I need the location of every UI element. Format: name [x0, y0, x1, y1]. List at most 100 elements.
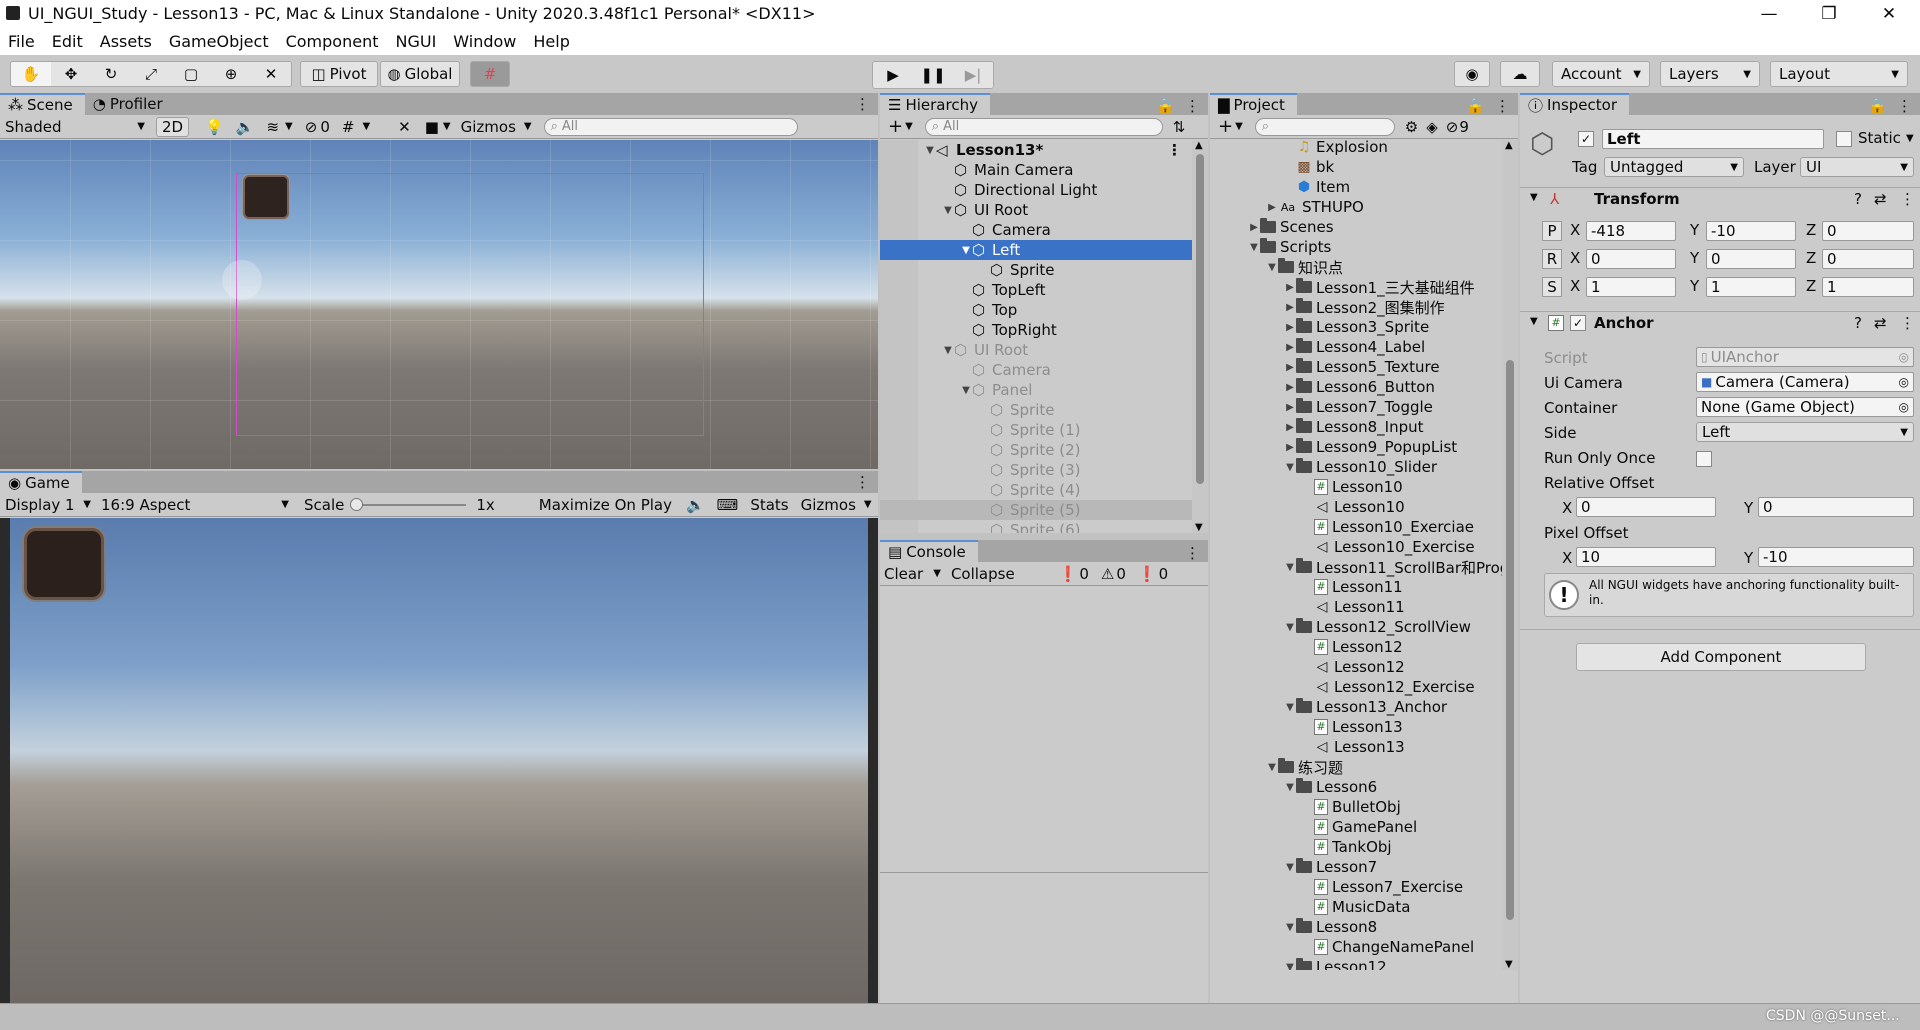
z-field[interactable]: 0: [1822, 221, 1914, 241]
x-field[interactable]: 1: [1586, 277, 1676, 297]
tab-inspector[interactable]: ⓘ Inspector: [1520, 93, 1629, 115]
hierarchy-search-input[interactable]: ⌕ All: [924, 117, 1163, 136]
project-asset[interactable]: # ChangeNamePanel: [1210, 937, 1474, 957]
lighting-icon[interactable]: 💡: [205, 118, 224, 136]
hierarchy-item[interactable]: ⬡ TopLeft: [880, 280, 1192, 300]
foldout-arrow-icon[interactable]: ▼: [1530, 316, 1538, 327]
foldout-arrow-icon[interactable]: ▶: [1284, 442, 1296, 453]
menu-gameobject[interactable]: GameObject: [169, 32, 269, 51]
hierarchy-item[interactable]: ⬡ Top: [880, 300, 1192, 320]
project-folder[interactable]: ▼ Lesson7: [1210, 857, 1377, 877]
dropdown-arrow-icon[interactable]: ▼: [443, 121, 451, 132]
project-asset[interactable]: # Lesson7_Exercise: [1210, 877, 1463, 897]
project-folder[interactable]: ▶ Lesson1_三大基础组件: [1210, 277, 1475, 297]
tab-game[interactable]: ◉ Game: [0, 471, 82, 493]
hierarchy-item[interactable]: ⬡ Sprite: [880, 260, 1192, 280]
hidden-packages-icon[interactable]: ⊘: [1446, 118, 1459, 136]
menu-help[interactable]: Help: [533, 32, 569, 51]
scale-slider-handle[interactable]: [350, 497, 364, 511]
pixel-y-field[interactable]: -10: [1758, 547, 1914, 567]
component-menu-icon[interactable]: ⋮: [1900, 190, 1915, 208]
tools-icon[interactable]: ✕: [398, 118, 411, 136]
camera-icon[interactable]: ■: [425, 118, 439, 136]
project-asset[interactable]: ♫ Explosion: [1210, 140, 1388, 157]
presets-icon[interactable]: ⇄: [1874, 190, 1887, 208]
project-asset[interactable]: # BulletObj: [1210, 797, 1401, 817]
project-folder[interactable]: ▼ Lesson10_Slider: [1210, 457, 1437, 477]
x-field[interactable]: 0: [1586, 249, 1676, 269]
y-field[interactable]: 0: [1706, 249, 1796, 269]
help-icon[interactable]: ?: [1854, 190, 1862, 208]
y-field[interactable]: 1: [1706, 277, 1796, 297]
menu-component[interactable]: Component: [286, 32, 379, 51]
project-folder[interactable]: ▼ Scripts: [1210, 237, 1331, 257]
console-menu-icon[interactable]: ⋮: [1185, 544, 1200, 562]
tag-dropdown[interactable]: Untagged ▼: [1604, 157, 1744, 177]
hierarchy-item[interactable]: ▼ ⬡ Panel: [880, 380, 1192, 400]
project-folder[interactable]: ▼ Lesson13_Anchor: [1210, 697, 1447, 717]
hierarchy-item[interactable]: ⬡ Sprite (5): [880, 500, 1192, 520]
layers-dropdown[interactable]: Layers ▼: [1660, 61, 1760, 87]
foldout-arrow-icon[interactable]: ▼: [1266, 762, 1278, 773]
project-asset[interactable]: # Lesson10_Exerciae: [1210, 517, 1474, 537]
project-asset[interactable]: ▩ bk: [1210, 157, 1334, 177]
dropdown-arrow-icon[interactable]: ▼: [1235, 121, 1243, 132]
scroll-up-icon[interactable]: ▲: [1195, 140, 1203, 151]
project-asset[interactable]: ◁ Lesson12_Exercise: [1210, 677, 1475, 697]
dropdown-arrow-icon[interactable]: ▼: [524, 121, 532, 132]
scene-menu-icon[interactable]: ⋮: [847, 93, 878, 115]
project-folder[interactable]: ▶ Scenes: [1210, 217, 1334, 237]
audio-icon[interactable]: 🔈: [236, 118, 255, 136]
layout-dropdown[interactable]: Layout ▼: [1770, 61, 1908, 87]
global-toggle[interactable]: ◍ Global: [380, 61, 460, 87]
add-component-button[interactable]: Add Component: [1576, 643, 1866, 671]
object-name-field[interactable]: Left: [1602, 129, 1824, 149]
menu-file[interactable]: File: [8, 32, 35, 51]
project-scrollbar[interactable]: ▲ ▼: [1502, 140, 1518, 970]
run-only-once-checkbox[interactable]: [1696, 451, 1712, 467]
create-icon[interactable]: +: [1218, 116, 1233, 137]
project-asset[interactable]: ▶ Aa STHUPO: [1210, 197, 1364, 217]
project-folder[interactable]: ▶ Lesson2_图集制作: [1210, 297, 1445, 317]
2d-toggle[interactable]: 2D: [156, 116, 190, 137]
foldout-arrow-icon[interactable]: ▼: [1248, 242, 1260, 253]
object-picker-icon[interactable]: ◎: [1899, 400, 1909, 414]
component-menu-icon[interactable]: ⋮: [1900, 314, 1915, 332]
transform-header[interactable]: ▼ ⅄ Transform ? ⇄ ⋮: [1520, 187, 1920, 211]
hidden-objects-icon[interactable]: ⊘: [305, 118, 318, 136]
project-folder[interactable]: ▼ 练习题: [1210, 757, 1343, 777]
tab-console[interactable]: ▤ Console: [880, 540, 978, 562]
foldout-arrow-icon[interactable]: ▶: [1284, 382, 1296, 393]
project-menu-icon[interactable]: ⋮: [1495, 97, 1510, 115]
menu-assets[interactable]: Assets: [100, 32, 152, 51]
scroll-down-icon[interactable]: ▼: [1505, 959, 1513, 970]
static-checkbox[interactable]: [1836, 131, 1852, 147]
foldout-arrow-icon[interactable]: ▼: [924, 145, 936, 156]
dropdown-arrow-icon[interactable]: ▼: [362, 121, 370, 132]
hierarchy-item[interactable]: ⬡ TopRight: [880, 320, 1192, 340]
project-search-input[interactable]: ⌕: [1254, 117, 1395, 136]
foldout-arrow-icon[interactable]: ▶: [1284, 302, 1296, 313]
project-asset[interactable]: # GamePanel: [1210, 817, 1417, 837]
foldout-arrow-icon[interactable]: ▶: [1266, 202, 1278, 213]
y-field[interactable]: -10: [1706, 221, 1796, 241]
foldout-arrow-icon[interactable]: ▼: [1284, 622, 1296, 633]
hierarchy-item[interactable]: ▼ ⬡ UI Root: [880, 340, 1192, 360]
scroll-thumb[interactable]: [1506, 360, 1514, 920]
restore-button[interactable]: ❐: [1800, 0, 1858, 28]
lock-icon[interactable]: 🔒: [1466, 97, 1485, 115]
info-log-icon[interactable]: ❗: [1059, 565, 1078, 583]
warning-icon[interactable]: ⚠: [1101, 565, 1114, 583]
minimize-button[interactable]: —: [1740, 0, 1798, 28]
hierarchy-item[interactable]: ▼ ◁ Lesson13* ⋮: [880, 140, 1192, 160]
project-asset[interactable]: ⬢ Item: [1210, 177, 1350, 197]
mute-audio-icon[interactable]: 🔈: [686, 496, 705, 514]
layer-dropdown[interactable]: UI ▼: [1800, 157, 1914, 177]
project-folder[interactable]: ▶ Lesson4_Label: [1210, 337, 1425, 357]
create-icon[interactable]: +: [888, 116, 903, 137]
foldout-arrow-icon[interactable]: ▼: [1284, 562, 1296, 573]
tab-hierarchy[interactable]: ☰ Hierarchy: [880, 93, 990, 115]
dropdown-arrow-icon[interactable]: ▼: [905, 121, 913, 132]
collapse-button[interactable]: Collapse: [951, 565, 1015, 583]
foldout-arrow-icon[interactable]: ▶: [1284, 342, 1296, 353]
